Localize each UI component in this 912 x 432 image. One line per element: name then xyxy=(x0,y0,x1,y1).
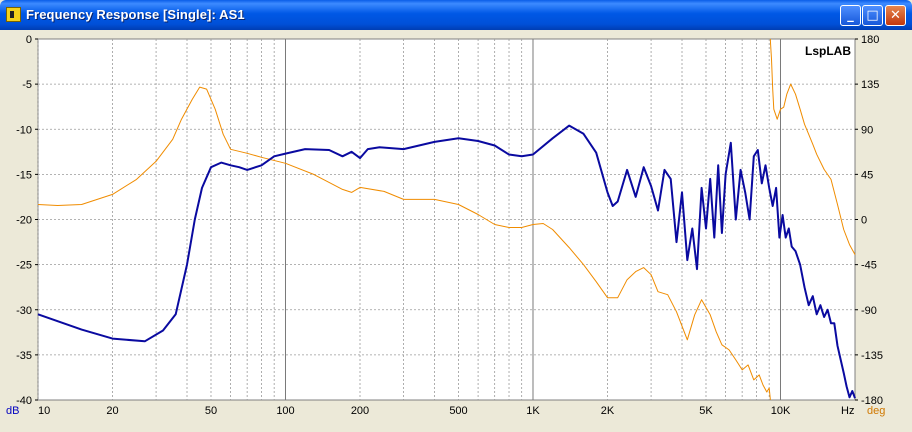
y-right-tick-label: -45 xyxy=(861,260,877,272)
minimize-button[interactable]: _ xyxy=(840,5,861,26)
y-right-tick-label: 0 xyxy=(861,215,867,227)
y-right-tick-label: 45 xyxy=(861,169,873,181)
x-tick-label: 10 xyxy=(38,405,50,417)
frequency-response-window: Frequency Response [Single]: AS1 _ □ ✕ 0… xyxy=(0,0,912,431)
y-left-unit-label: dB xyxy=(6,405,19,417)
y-left-tick-label: -10 xyxy=(16,124,32,136)
x-tick-label: 5K xyxy=(699,405,713,417)
chart-area: 0 -5 -10 -15 -20 -25 -30 -35 -40 180 135 90 45 0 -45 -9… xyxy=(4,31,908,427)
maximize-button[interactable]: □ xyxy=(862,5,883,26)
x-tick-label: 10K xyxy=(771,405,791,417)
x-tick-label: 2K xyxy=(601,405,615,417)
x-tick-label: 500 xyxy=(449,405,467,417)
y-left-tick-label: -15 xyxy=(16,169,32,181)
y-left-tick-label: -20 xyxy=(16,215,32,227)
y-left-tick-label: -25 xyxy=(16,260,32,272)
y-right-tick-label: 90 xyxy=(861,124,873,136)
x-tick-label: 200 xyxy=(351,405,369,417)
y-right-tick-label: -90 xyxy=(861,305,877,317)
title-bar[interactable]: Frequency Response [Single]: AS1 _ □ ✕ xyxy=(0,0,912,30)
y-left-tick-label: 0 xyxy=(26,34,32,46)
y-right-tick-label: 135 xyxy=(861,79,879,91)
y-right-tick-label: 180 xyxy=(861,34,879,46)
y-left-tick-label: -5 xyxy=(22,79,32,91)
y-left-tick-label: -30 xyxy=(16,305,32,317)
y-left-tick-label: -35 xyxy=(16,350,32,362)
x-tick-label: 1K xyxy=(526,405,540,417)
watermark-label: LspLAB xyxy=(805,44,851,58)
speaker-icon[interactable] xyxy=(6,7,21,22)
x-tick-label: 50 xyxy=(205,405,217,417)
x-tick-label: 100 xyxy=(276,405,294,417)
x-tick-label: 20 xyxy=(106,405,118,417)
frequency-response-chart: 0-5-10-15-20-25-30-35-4018013590450-45-9… xyxy=(6,34,885,417)
x-unit-label: Hz xyxy=(841,405,854,417)
y-right-unit-label: deg xyxy=(867,405,885,417)
close-button[interactable]: ✕ xyxy=(885,5,906,26)
y-right-tick-label: -135 xyxy=(861,350,883,362)
window-title: Frequency Response [Single]: AS1 xyxy=(26,7,245,22)
